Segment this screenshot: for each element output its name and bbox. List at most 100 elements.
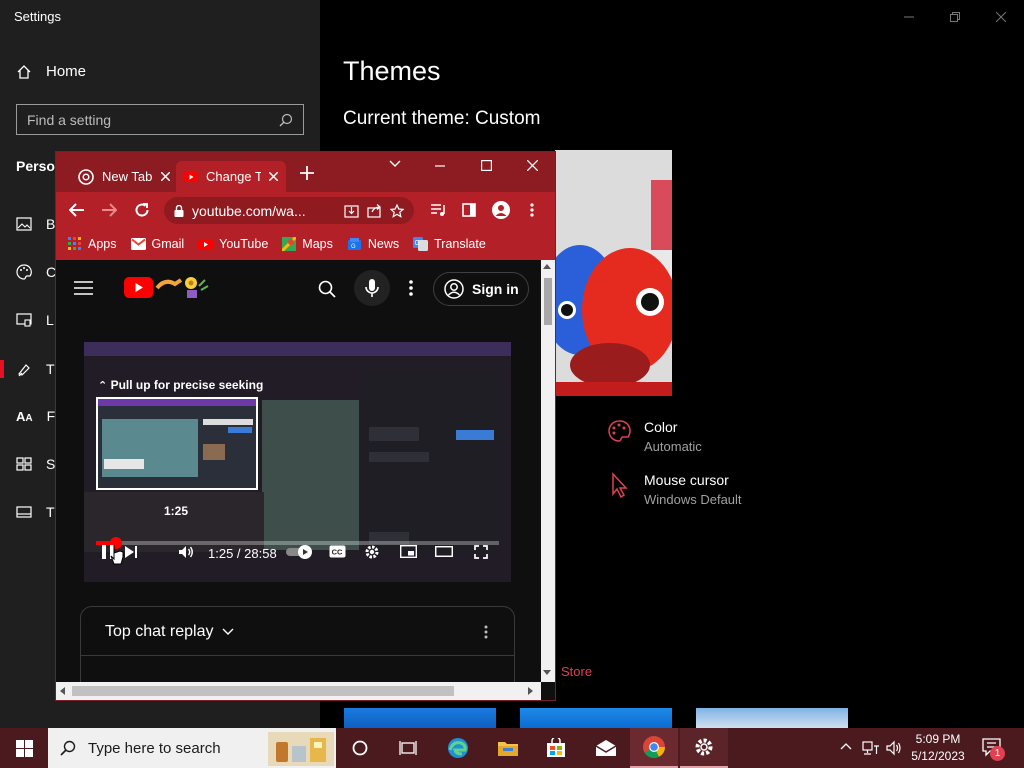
scroll-left-arrow-icon[interactable] <box>60 687 65 695</box>
settings-gear-icon[interactable] <box>364 544 380 560</box>
more-options-icon[interactable] <box>409 280 413 296</box>
chat-mode-dropdown[interactable]: Top chat replay <box>105 623 234 641</box>
more-menu-icon[interactable] <box>530 203 534 217</box>
side-panel-icon[interactable] <box>462 203 476 217</box>
install-icon[interactable] <box>344 204 359 218</box>
chevron-up-icon[interactable] <box>840 742 852 750</box>
bookmark-apps[interactable]: Apps <box>68 237 117 251</box>
horizontal-scrollbar[interactable] <box>56 682 541 700</box>
search-icon <box>279 113 293 127</box>
theme-thumbnail[interactable] <box>344 708 496 728</box>
scroll-right-arrow-icon[interactable] <box>528 687 533 695</box>
chat-more-options-icon[interactable] <box>484 625 488 639</box>
current-theme-label: Current theme: Custom <box>343 108 541 129</box>
hamburger-menu-icon[interactable] <box>74 281 93 295</box>
action-center-button[interactable]: 1 <box>982 738 1006 762</box>
mail-icon[interactable] <box>582 728 630 768</box>
chrome-taskbar-icon[interactable] <box>630 728 678 768</box>
bookmark-news[interactable]: G News <box>347 237 399 251</box>
minimize-button[interactable] <box>886 6 932 28</box>
sidebar-item-background[interactable]: B <box>16 212 56 236</box>
find-setting-input[interactable]: Find a setting <box>16 104 304 135</box>
theme-thumbnail[interactable] <box>696 708 848 728</box>
clock[interactable]: 5:09 PM 5/12/2023 <box>906 731 970 765</box>
bookmark-youtube[interactable]: YouTube <box>198 237 268 251</box>
settings-taskbar-icon[interactable] <box>680 728 728 768</box>
task-view-button[interactable] <box>384 728 432 768</box>
maximize-button[interactable] <box>481 160 492 171</box>
mouse-cursor-option[interactable]: Mouse cursor Windows Default <box>607 472 742 507</box>
bookmark-star-icon[interactable] <box>390 203 404 218</box>
profile-avatar-icon[interactable] <box>492 201 510 219</box>
sidebar-item-colors[interactable]: C <box>16 260 56 284</box>
bookmark-translate[interactable]: G Translate <box>413 237 486 251</box>
sidebar-item-start[interactable]: S <box>16 452 56 476</box>
start-button[interactable] <box>0 728 48 768</box>
restore-button[interactable] <box>932 6 978 28</box>
find-setting-placeholder: Find a setting <box>27 111 112 128</box>
volume-icon[interactable] <box>178 545 194 559</box>
close-button[interactable] <box>527 160 538 171</box>
svg-text:G: G <box>415 240 420 247</box>
sidebar-item-label: S <box>46 456 56 472</box>
theme-preview-image <box>555 150 672 396</box>
sidebar-item-fonts[interactable]: AA F <box>16 404 56 428</box>
miniplayer-icon[interactable] <box>400 545 417 558</box>
close-button[interactable] <box>978 6 1024 28</box>
scroll-down-arrow-icon[interactable] <box>543 670 551 675</box>
store-link[interactable]: Store <box>561 664 592 679</box>
theme-thumbnail[interactable] <box>520 708 672 728</box>
network-icon[interactable] <box>862 740 880 756</box>
volume-icon[interactable] <box>886 740 902 756</box>
bookmark-maps[interactable]: Maps <box>282 237 333 251</box>
fullscreen-icon[interactable] <box>474 545 488 559</box>
close-tab-icon[interactable] <box>161 172 170 181</box>
nav-home[interactable]: Home <box>16 63 86 80</box>
vertical-scrollbar[interactable] <box>541 260 555 682</box>
bookmark-label: Maps <box>302 237 333 251</box>
microsoft-store-icon[interactable] <box>532 728 580 768</box>
sidebar-item-label: T <box>46 504 55 520</box>
bookmark-label: YouTube <box>219 237 269 251</box>
back-button[interactable] <box>69 203 85 217</box>
address-bar[interactable]: youtube.com/wa... <box>164 197 414 224</box>
cortana-button[interactable] <box>336 728 384 768</box>
bookmark-gmail[interactable]: Gmail <box>130 237 185 251</box>
home-icon <box>16 64 32 80</box>
theater-mode-icon[interactable] <box>435 546 453 557</box>
share-icon[interactable] <box>367 203 382 218</box>
sidebar-item-lock-screen[interactable]: L <box>16 308 56 332</box>
captions-icon[interactable]: CC <box>329 545 346 558</box>
taskbar-search-box[interactable]: Type here to search <box>48 728 336 768</box>
autoplay-toggle[interactable] <box>286 545 314 559</box>
seek-hint: ⌃ Pull up for precise seeking <box>98 378 263 392</box>
youtube-logo-icon[interactable] <box>124 277 153 298</box>
edge-icon[interactable] <box>434 728 482 768</box>
color-option[interactable]: Color Automatic <box>607 419 702 454</box>
minimize-button[interactable] <box>435 165 445 167</box>
close-tab-icon[interactable] <box>269 172 278 181</box>
scroll-thumb[interactable] <box>544 278 552 325</box>
sidebar-item-taskbar[interactable]: T <box>16 500 56 524</box>
sidebar-item-label: B <box>46 216 56 232</box>
media-controls-icon[interactable] <box>430 203 446 217</box>
scroll-up-arrow-icon[interactable] <box>543 264 551 269</box>
search-icon[interactable] <box>318 280 336 298</box>
sidebar-item-themes[interactable]: T <box>16 357 56 381</box>
tab-youtube[interactable]: Change T <box>176 161 286 192</box>
file-explorer-icon[interactable] <box>484 728 532 768</box>
video-player[interactable]: ⌃ Pull up for precise seeking 1:25 1:25 … <box>84 342 511 582</box>
next-icon[interactable] <box>124 545 138 559</box>
clock-date: 5/12/2023 <box>911 749 965 763</box>
forward-button[interactable] <box>101 203 117 217</box>
voice-search-button[interactable] <box>354 270 390 306</box>
tab-new-tab[interactable]: New Tab <box>70 161 178 192</box>
reload-button[interactable] <box>134 202 150 218</box>
scroll-thumb[interactable] <box>72 686 454 696</box>
new-tab-button[interactable] <box>300 166 314 180</box>
sign-in-button[interactable]: Sign in <box>433 272 529 306</box>
tab-search-button[interactable] <box>389 160 401 168</box>
bookmark-label: Gmail <box>151 237 185 251</box>
clock-time: 5:09 PM <box>915 732 961 746</box>
mouse-pointer-icon <box>110 544 124 566</box>
